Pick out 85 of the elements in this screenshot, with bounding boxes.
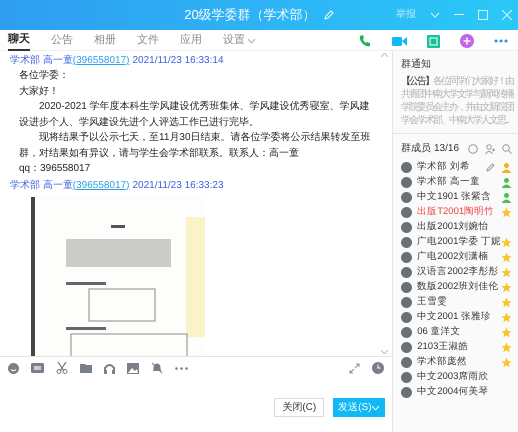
member-name[interactable]: 中文2001 张雅珍 bbox=[417, 310, 501, 325]
member-name[interactable]: 广电2001学委 丁妮 bbox=[417, 235, 501, 250]
admin-icon bbox=[501, 192, 512, 203]
caret-icon[interactable] bbox=[248, 38, 255, 42]
close-icon[interactable] bbox=[502, 10, 512, 20]
star-icon bbox=[501, 357, 512, 368]
expand-icon[interactable] bbox=[349, 362, 360, 374]
member-name[interactable]: 学术部 高一童 bbox=[417, 175, 501, 190]
star-icon bbox=[501, 237, 512, 248]
scroll-down-icon[interactable] bbox=[381, 350, 388, 354]
member-name[interactable]: 汉语言2002李彤彤 bbox=[417, 265, 501, 280]
avatar bbox=[401, 222, 412, 233]
avatar bbox=[401, 387, 412, 398]
member-name[interactable]: 出版2001刘婉怡 bbox=[417, 220, 501, 235]
message-header: 学术部 高一童(396558017) 2021/11/23 16:33:23 bbox=[10, 178, 225, 192]
star-icon bbox=[501, 327, 512, 338]
star-icon bbox=[501, 312, 512, 323]
notice-text[interactable]: 【公告】各位同学们大家好！由共青团中南大学文学与新闻传播学院委员会主办，并由文新院团学会学术部、中南大学人文思... bbox=[401, 75, 514, 127]
member-name[interactable]: 学术部庞然 bbox=[417, 355, 501, 370]
clock-icon[interactable] bbox=[372, 362, 384, 374]
member-name[interactable]: 06 童洋文 bbox=[417, 325, 501, 340]
avatar bbox=[401, 357, 412, 368]
star-icon bbox=[501, 282, 512, 293]
maximize-icon[interactable] bbox=[478, 10, 488, 20]
tab[interactable]: 设置 bbox=[223, 32, 255, 50]
image-icon[interactable] bbox=[127, 362, 139, 374]
message-text: 2020-2021 学年度本科生学风建设优秀班集体、学风建设优秀寝室、学风建设进步个人、学风建设先进个人评选工作已进行完毕。 bbox=[19, 100, 371, 130]
message-header: 学术部 高一童(396558017) 2021/11/23 16:33:14 bbox=[10, 54, 225, 68]
avatar bbox=[401, 207, 412, 218]
star-icon bbox=[501, 267, 512, 278]
avatar bbox=[401, 372, 412, 383]
avatar bbox=[401, 252, 412, 263]
tab[interactable]: 聊天 bbox=[8, 31, 30, 51]
member-name[interactable]: 中文2003席雨欣 bbox=[417, 370, 501, 385]
avatar bbox=[401, 282, 412, 293]
member-name[interactable]: 学术部 刘希 bbox=[417, 160, 486, 175]
member-name[interactable]: 出版T2001陶明竹 bbox=[417, 205, 501, 220]
add-person-icon[interactable] bbox=[485, 144, 495, 154]
member-name[interactable]: 广电2002刘潇楠 bbox=[417, 250, 501, 265]
gif-icon[interactable] bbox=[31, 363, 44, 373]
search-icon[interactable] bbox=[502, 144, 512, 154]
member-name[interactable]: 中文2004何美琴 bbox=[417, 385, 501, 400]
video-icon[interactable] bbox=[392, 36, 407, 46]
scissors-icon[interactable] bbox=[56, 362, 68, 374]
star-icon bbox=[501, 342, 512, 353]
window-title: 20级学委群（学术部） bbox=[184, 6, 316, 24]
message-text: 大家好！ bbox=[19, 84, 60, 98]
member-name[interactable]: 数版2002班刘佳伦 bbox=[417, 280, 501, 295]
mute-icon[interactable] bbox=[151, 362, 163, 374]
tab[interactable]: 公告 bbox=[51, 32, 73, 50]
close-button[interactable]: 关闭(C) bbox=[274, 398, 324, 417]
star-icon bbox=[501, 297, 512, 308]
star-icon bbox=[501, 207, 512, 218]
member-name[interactable]: 2103王淑皓 bbox=[417, 340, 501, 355]
notice-title: 群通知 bbox=[401, 58, 432, 72]
tab[interactable]: 应用 bbox=[180, 32, 202, 50]
more-icon[interactable] bbox=[175, 366, 188, 370]
avatar bbox=[401, 297, 412, 308]
phone-icon[interactable] bbox=[358, 34, 372, 48]
avatar bbox=[401, 342, 412, 353]
avatar bbox=[401, 327, 412, 338]
emoji-icon[interactable] bbox=[8, 362, 19, 374]
member-name[interactable]: 王雪雯 bbox=[417, 295, 501, 310]
members-title: 群成员 13/16 bbox=[401, 142, 460, 156]
plus-icon[interactable] bbox=[460, 34, 474, 48]
tab[interactable]: 文件 bbox=[137, 32, 159, 50]
avatar bbox=[401, 192, 412, 203]
tab[interactable]: 相册 bbox=[94, 32, 116, 50]
folder-icon[interactable] bbox=[80, 363, 92, 373]
member-name[interactable]: 中文1901 张紫含 bbox=[417, 190, 501, 205]
admin-icon bbox=[501, 177, 512, 188]
avatar bbox=[401, 177, 412, 188]
star-icon bbox=[501, 252, 512, 263]
avatar bbox=[401, 237, 412, 248]
minimize-icon[interactable] bbox=[454, 14, 464, 16]
owner-icon bbox=[501, 162, 512, 173]
headphones-icon[interactable] bbox=[104, 362, 115, 374]
more-icon[interactable] bbox=[494, 39, 508, 43]
message-text: qq：396558017 bbox=[19, 162, 92, 176]
avatar bbox=[401, 312, 412, 323]
avatar bbox=[401, 267, 412, 278]
edit-icon[interactable] bbox=[486, 163, 495, 172]
message-text: 各位学委： bbox=[19, 68, 70, 83]
avatar bbox=[401, 162, 412, 173]
scroll-up-icon[interactable] bbox=[381, 53, 388, 57]
